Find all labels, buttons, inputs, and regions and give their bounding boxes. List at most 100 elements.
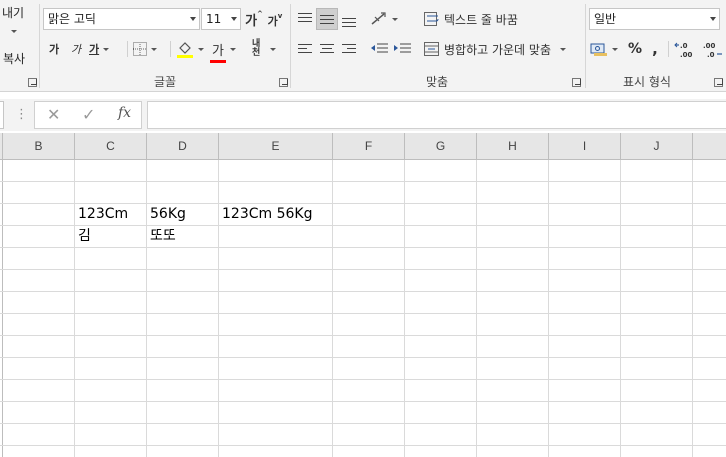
name-box[interactable] <box>0 101 4 129</box>
copy-button[interactable]: 복사 <box>3 50 35 68</box>
chevron-down-icon <box>190 17 196 21</box>
column-header-g[interactable]: G <box>405 133 477 160</box>
grow-font-icon: 가 <box>245 13 258 29</box>
font-launcher-icon[interactable] <box>279 78 288 87</box>
top-align-button[interactable] <box>294 8 316 30</box>
wrap-text-button[interactable]: 텍스트 줄 바꿈 <box>424 8 534 30</box>
formula-bar: ⋮ ✕ ✓ fx <box>0 99 726 131</box>
clipboard-launcher-icon[interactable] <box>28 78 37 87</box>
grid-line <box>0 401 726 402</box>
align-right-icon <box>341 42 357 56</box>
grid-line <box>548 160 549 457</box>
align-right-button[interactable] <box>338 38 360 60</box>
middle-align-icon <box>319 12 335 26</box>
font-name-value: 맑은 고딕 <box>48 12 96 26</box>
top-align-icon <box>297 12 313 26</box>
phonetic-button[interactable]: 내천 <box>252 38 284 60</box>
cell-e3[interactable]: 123Cm 56Kg <box>219 204 333 225</box>
align-left-button[interactable] <box>294 38 316 60</box>
enter-icon[interactable]: ✓ <box>82 105 95 124</box>
worksheet-grid[interactable]: 123Cm 56Kg 123Cm 56Kg 김 또또 <box>0 160 726 457</box>
increase-decimal-button[interactable]: .0.00 <box>673 38 697 60</box>
paint-bucket-icon <box>177 42 193 58</box>
grid-line <box>0 445 726 446</box>
column-header-j[interactable]: J <box>621 133 693 160</box>
font-color-button[interactable]: 가 <box>210 38 242 63</box>
increase-indent-button[interactable] <box>391 38 413 60</box>
wrap-text-icon <box>424 12 439 26</box>
decrease-decimal-button[interactable]: .00.0 <box>700 38 724 60</box>
font-name-select[interactable]: 맑은 고딕 <box>43 8 200 30</box>
svg-text:.00: .00 <box>680 51 693 58</box>
orientation-button[interactable] <box>370 8 400 30</box>
column-header-b[interactable]: B <box>3 133 75 160</box>
formula-input[interactable] <box>147 101 726 129</box>
cell-d3[interactable]: 56Kg <box>147 204 219 225</box>
comma-icon: , <box>652 40 658 58</box>
cut-button[interactable]: 내기 <box>2 4 32 22</box>
accounting-icon <box>590 43 607 56</box>
percent-style-button[interactable]: % <box>626 38 644 60</box>
merge-center-label: 병합하고 가운데 맞춤 <box>444 42 551 57</box>
text-orientation-icon <box>371 12 386 25</box>
cell-c3[interactable]: 123Cm <box>75 204 147 225</box>
align-center-button[interactable] <box>316 38 338 60</box>
grid-line <box>0 247 726 248</box>
row-header-edge <box>2 160 3 457</box>
merge-cells-icon <box>424 42 439 56</box>
increase-indent-icon <box>394 43 411 53</box>
column-header-h[interactable]: H <box>477 133 549 160</box>
number-group-label: 표시 형식 <box>623 75 671 89</box>
underline-button[interactable]: 가 <box>89 38 121 60</box>
grid-line <box>0 269 726 270</box>
borders-button[interactable] <box>133 38 165 60</box>
font-color-swatch <box>210 59 226 63</box>
chevron-down-icon <box>151 47 157 51</box>
italic-button[interactable]: 가 <box>67 38 85 60</box>
grow-font-button[interactable]: 가 ^ <box>244 8 264 30</box>
font-size-select[interactable]: 11 <box>201 8 241 30</box>
percent-icon: % <box>627 41 643 57</box>
insert-function-icon[interactable]: fx <box>118 105 131 121</box>
accounting-format-button[interactable] <box>590 38 622 60</box>
bottom-align-icon <box>341 12 357 27</box>
column-header-c[interactable]: C <box>75 133 147 160</box>
grid-line <box>0 313 726 314</box>
alignment-launcher-icon[interactable] <box>572 78 581 87</box>
bold-icon: 가 <box>48 43 60 56</box>
grid-line <box>0 335 726 336</box>
number-format-select[interactable]: 일반 <box>589 8 720 30</box>
shrink-font-icon: 가 <box>267 15 278 28</box>
fill-color-button[interactable] <box>176 38 208 60</box>
column-header-e[interactable]: E <box>219 133 333 160</box>
grid-line <box>476 160 477 457</box>
chevron-down-icon <box>560 47 566 51</box>
grid-line <box>0 291 726 292</box>
drag-handle-icon[interactable]: ⋮ <box>15 107 28 122</box>
ribbon: 내기 복사 맑은 고딕 11 가 ^ 가v 가 가 가 가 내천 글꼴 텍스트 … <box>0 0 726 92</box>
cell-d4[interactable]: 또또 <box>147 226 219 247</box>
shrink-font-button[interactable]: 가v <box>266 10 284 32</box>
increase-decimal-icon: .0.00 <box>674 42 693 58</box>
paste-dropdown-icon[interactable] <box>11 30 17 33</box>
alignment-group-label: 맞춤 <box>425 75 449 89</box>
svg-text:.0: .0 <box>680 42 688 50</box>
cell-c4[interactable]: 김 <box>75 226 147 247</box>
column-header-f[interactable]: F <box>333 133 405 160</box>
column-header-k[interactable] <box>693 133 726 160</box>
italic-icon: 가 <box>70 43 82 56</box>
align-center-icon <box>319 42 335 56</box>
merge-center-button[interactable]: 병합하고 가운데 맞춤 <box>424 38 580 60</box>
grid-line <box>0 357 726 358</box>
decrease-indent-button[interactable] <box>368 38 390 60</box>
number-format-value: 일반 <box>594 12 617 26</box>
middle-align-button[interactable] <box>316 8 338 30</box>
column-header-i[interactable]: I <box>549 133 621 160</box>
cancel-icon[interactable]: ✕ <box>47 105 60 124</box>
bold-button[interactable]: 가 <box>45 38 63 60</box>
grid-line <box>0 379 726 380</box>
comma-style-button[interactable]: , <box>648 38 662 60</box>
bottom-align-button[interactable] <box>338 8 360 30</box>
number-launcher-icon[interactable] <box>714 78 723 87</box>
column-header-d[interactable]: D <box>147 133 219 160</box>
